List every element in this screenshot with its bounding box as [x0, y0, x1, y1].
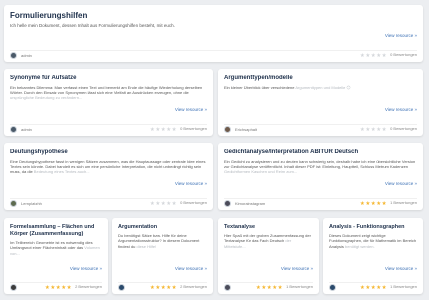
- rating: ★★★★★ 1 Bewertungen: [255, 284, 313, 291]
- author-avatar[interactable]: [10, 126, 17, 133]
- resource-title[interactable]: Deutungshypothese: [10, 149, 207, 157]
- view-resource-link[interactable]: View resource »: [175, 181, 207, 186]
- resource-card[interactable]: Argumentation Du benötigst Sätze bzw. Hi…: [112, 218, 213, 294]
- rating: ★★★★★ 0 Bewertungen: [149, 126, 207, 133]
- card-footer: ★★★★★ 2 Bewertungen: [10, 282, 102, 291]
- resource-title[interactable]: Formulierungshilfen: [10, 11, 417, 21]
- resource-card[interactable]: Textanalyse Hier Spaß mit der groben Zus…: [218, 218, 319, 294]
- rating: ★★★★★ 1 Bewertungen: [359, 284, 417, 291]
- author-name[interactable]: admin: [21, 53, 32, 58]
- resource-description: Im Teilbereich Geometrie ist es notwendi…: [10, 239, 100, 256]
- resource-description: Hier Spaß mit der groben Zusammenfassung…: [224, 232, 311, 249]
- rating: ★★★★★ 2 Bewertungen: [149, 284, 207, 291]
- star-icon[interactable]: ★: [278, 285, 283, 291]
- star-icon[interactable]: ★: [67, 285, 72, 291]
- star-rating[interactable]: ★★★★★: [360, 201, 387, 207]
- author-name[interactable]: Lernplatzhh: [21, 201, 42, 206]
- card-footer: Lernplatzhh ★★★★★ 0 Bewertungen: [10, 198, 207, 207]
- rating: ★★★★★ 0 Bewertungen: [359, 52, 417, 59]
- author-avatar[interactable]: [224, 126, 231, 133]
- star-rating[interactable]: ★★★★★: [360, 53, 387, 59]
- resource-title[interactable]: Analysis - Funktionsgraphen: [329, 224, 417, 231]
- star-icon[interactable]: ★: [382, 53, 387, 59]
- star-rating[interactable]: ★★★★★: [150, 285, 177, 291]
- resource-description: Ein bekanntes Dilemma: Man verfasst eine…: [10, 84, 203, 101]
- resource-card[interactable]: Argumenttypen/modelle Ein kleiner Überbl…: [218, 69, 423, 136]
- card-footer: ★★★★★ 2 Bewertungen: [118, 282, 207, 291]
- view-resource-link[interactable]: View resource »: [385, 266, 417, 271]
- card-footer: ★★★★★ 1 Bewertungen: [224, 282, 313, 291]
- resource-title[interactable]: Formelsammlung – Flächen und Körper (Zus…: [10, 224, 102, 238]
- view-resource-link[interactable]: View resource »: [385, 181, 417, 186]
- star-icon[interactable]: ★: [172, 285, 177, 291]
- star-icon[interactable]: ★: [382, 201, 387, 207]
- star-rating[interactable]: ★★★★★: [150, 201, 177, 207]
- resource-title[interactable]: Textanalyse: [224, 224, 313, 231]
- author-avatar[interactable]: [10, 284, 17, 291]
- author-name[interactable]: admin: [21, 127, 32, 132]
- view-resource-link[interactable]: View resource »: [385, 107, 417, 112]
- star-icon[interactable]: ★: [172, 127, 177, 133]
- card-footer: ★★★★★ 1 Bewertungen: [329, 282, 417, 291]
- resource-card[interactable]: Analysis - Funktionsgraphen Dieses Dokum…: [323, 218, 423, 294]
- view-resource-link[interactable]: View resource »: [175, 266, 207, 271]
- resource-title[interactable]: Argumenttypen/modelle: [224, 75, 417, 83]
- star-icon[interactable]: ★: [382, 127, 387, 133]
- resource-description: Ein kleiner Überblick über verschiedene …: [224, 84, 351, 90]
- star-rating[interactable]: ★★★★★: [360, 285, 387, 291]
- resource-card[interactable]: Formulierungshilfen Ich helle mein Dokum…: [4, 5, 423, 62]
- view-resource-link[interactable]: View resource »: [70, 266, 102, 271]
- star-rating[interactable]: ★★★★★: [150, 127, 177, 133]
- rating: ★★★★★ 0 Bewertungen: [149, 200, 207, 207]
- author-avatar[interactable]: [224, 284, 231, 291]
- author-avatar[interactable]: [10, 200, 17, 207]
- author-avatar[interactable]: [118, 284, 125, 291]
- card-footer: admin ★★★★★ 0 Bewertungen: [10, 50, 417, 59]
- author-name[interactable]: Kimorainstagram: [235, 201, 265, 206]
- card-footer: admin ★★★★★ 0 Bewertungen: [10, 124, 207, 133]
- resource-card[interactable]: Deutungshypothese Eine Deutungshypothese…: [4, 143, 213, 210]
- resource-description: Dieses Dokument zeigt wichtige Funktions…: [329, 232, 417, 249]
- card-footer: Kimorainstagram ★★★★★ 1 Bewertungen: [224, 198, 417, 207]
- resource-card[interactable]: Formelsammlung – Flächen und Körper (Zus…: [4, 218, 108, 294]
- author-name[interactable]: Erichsaphalt: [235, 127, 257, 132]
- star-rating[interactable]: ★★★★★: [360, 127, 387, 133]
- star-icon[interactable]: ★: [172, 201, 177, 207]
- resource-title[interactable]: Gedichtanalyse/Interpretation ABITUR Deu…: [224, 149, 417, 157]
- resource-description: Ich helle mein Dokument, dessen Inhalt a…: [10, 23, 175, 28]
- star-icon[interactable]: ★: [382, 285, 387, 291]
- star-rating[interactable]: ★★★★★: [256, 285, 283, 291]
- rating: ★★★★★ 0 Bewertungen: [359, 126, 417, 133]
- author-avatar[interactable]: [10, 52, 17, 59]
- card-footer: Erichsaphalt ★★★★★ 0 Bewertungen: [224, 124, 417, 133]
- star-rating[interactable]: ★★★★★: [45, 285, 72, 291]
- author-avatar[interactable]: [329, 284, 336, 291]
- view-resource-link[interactable]: View resource »: [175, 107, 207, 112]
- author-avatar[interactable]: [224, 200, 231, 207]
- resource-description: Eine Deutungshypothese fasst in wenigen …: [10, 158, 206, 175]
- resource-title[interactable]: Synonyme für Aufsätze: [10, 75, 207, 83]
- view-resource-link[interactable]: View resource »: [281, 266, 313, 271]
- resource-description: Du benötigst Sätze bzw. Hilfe für deine …: [118, 232, 200, 249]
- resource-card[interactable]: Gedichtanalyse/Interpretation ABITUR Deu…: [218, 143, 423, 210]
- resource-card[interactable]: Synonyme für Aufsätze Ein bekanntes Dile…: [4, 69, 213, 136]
- resource-description: Ein Gedicht zu analysieren und zu deuten…: [224, 158, 416, 175]
- view-resource-link[interactable]: View resource »: [385, 33, 417, 38]
- rating: ★★★★★ 1 Bewertungen: [359, 200, 417, 207]
- resource-title[interactable]: Argumentation: [118, 224, 207, 231]
- rating: ★★★★★ 2 Bewertungen: [44, 284, 102, 291]
